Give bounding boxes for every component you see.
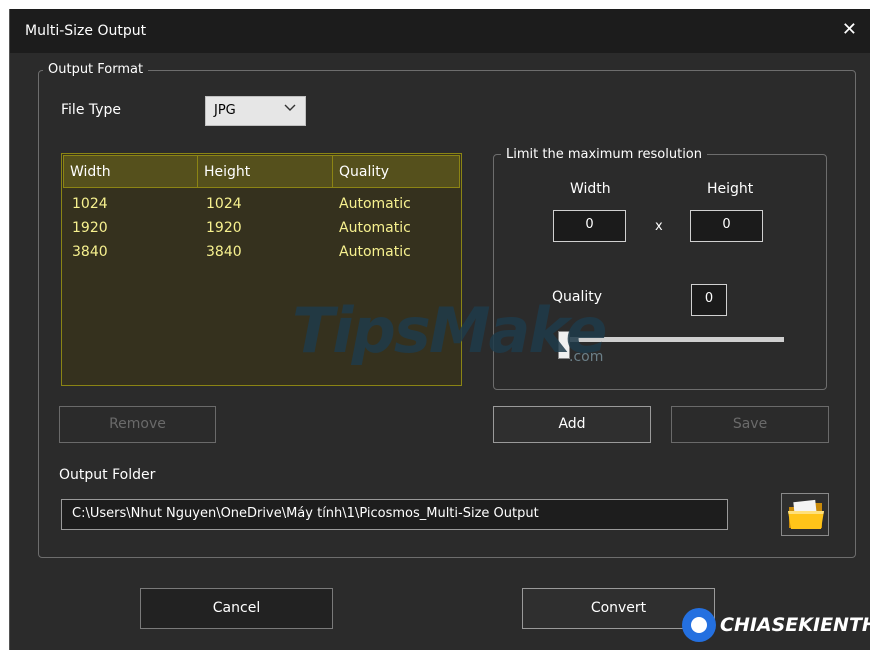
cell-width: 1024 [72,196,108,212]
cell-height: 3840 [206,244,242,260]
save-button[interactable]: Save [671,406,829,443]
multi-size-output-dialog: Multi-Size Output ✕ Output Format File T… [9,9,870,650]
output-format-legend: Output Format [43,62,149,77]
limit-height-input[interactable]: 0 [690,210,763,242]
close-icon[interactable]: ✕ [842,19,857,40]
cancel-button[interactable]: Cancel [140,588,333,629]
limit-resolution-group [493,154,827,390]
cell-width: 1920 [72,220,108,236]
column-header-quality[interactable]: Quality [332,155,460,188]
cell-quality: Automatic [339,220,411,236]
add-button[interactable]: Add [493,406,651,443]
times-label: x [655,219,663,234]
quality-input[interactable]: 0 [691,284,727,316]
chevron-down-icon [284,101,296,117]
browse-folder-button[interactable] [781,493,829,536]
size-table[interactable]: Width Height Quality 1024 1024 Automatic… [61,153,462,386]
table-row[interactable]: 1920 1920 Automatic [62,220,460,244]
chiasekienthuc-logo: CHIASEKIENTHUC [682,603,870,643]
cell-quality: Automatic [339,196,411,212]
window-title: Multi-Size Output [25,23,147,39]
quality-slider-track[interactable] [563,337,784,342]
limit-height-label: Height [707,181,754,197]
remove-button[interactable]: Remove [59,406,216,443]
quality-slider-handle[interactable] [558,331,570,359]
limit-width-label: Width [570,181,611,197]
cell-height: 1024 [206,196,242,212]
chiasekienthuc-logo-icon [682,608,716,642]
quality-label: Quality [552,289,603,305]
file-type-dropdown[interactable]: JPG [205,96,306,126]
file-type-value: JPG [214,103,236,118]
cell-quality: Automatic [339,244,411,260]
title-bar: Multi-Size Output ✕ [10,9,870,53]
limit-width-input[interactable]: 0 [553,210,626,242]
limit-resolution-legend: Limit the maximum resolution [501,147,707,162]
output-folder-path-field[interactable]: C:\Users\Nhut Nguyen\OneDrive\Máy tính\1… [61,499,728,530]
chiasekienthuc-logo-text: CHIASEKIENTHUC [720,614,870,636]
folder-icon [786,498,826,536]
table-header: Width Height Quality [63,155,461,188]
output-folder-label: Output Folder [59,467,156,483]
column-header-width[interactable]: Width [63,155,199,188]
table-row[interactable]: 3840 3840 Automatic [62,244,460,268]
column-header-height[interactable]: Height [197,155,334,188]
table-row[interactable]: 1024 1024 Automatic [62,196,460,220]
file-type-label: File Type [61,102,122,118]
cell-width: 3840 [72,244,108,260]
cell-height: 1920 [206,220,242,236]
